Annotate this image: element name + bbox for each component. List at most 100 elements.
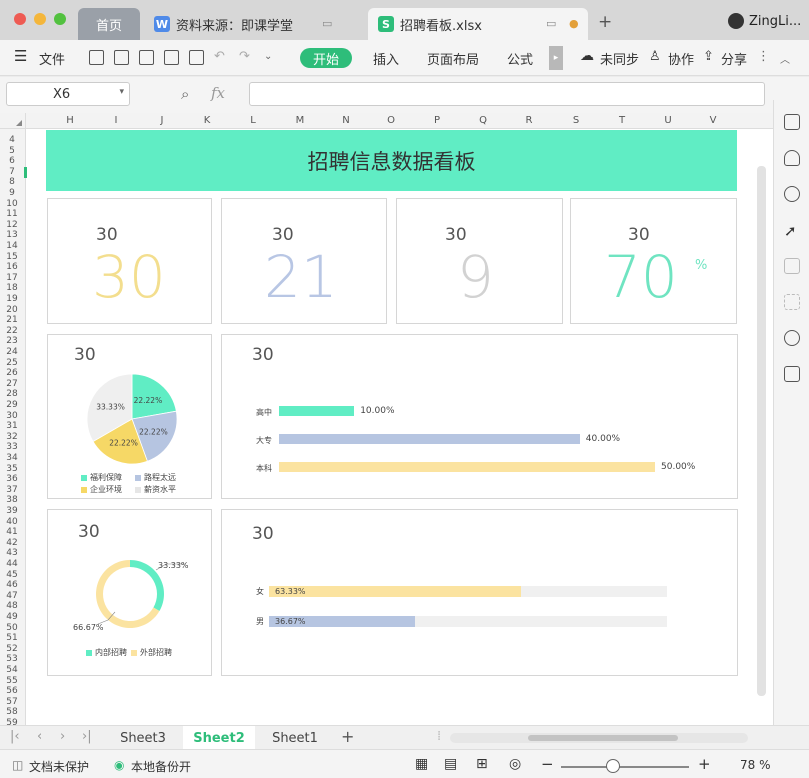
kpi-card[interactable]: 30 21 [221,198,387,324]
kpi-card[interactable]: 30 9 [396,198,563,324]
column-header[interactable]: H [60,115,80,126]
new-tab-button[interactable]: + [598,12,612,32]
kpi-card[interactable]: 30 70 % [570,198,737,324]
backup-status[interactable]: 本地备份开 [131,758,191,775]
row-header[interactable]: 55 [0,676,24,686]
row-header[interactable]: 52 [0,644,24,654]
row-header[interactable]: 37 [0,485,24,495]
normal-view-icon[interactable]: ▦ [415,756,428,772]
row-header[interactable]: 53 [0,654,24,664]
kpi-card[interactable]: 30 30 [47,198,212,324]
row-header[interactable]: 17 [0,273,24,283]
tab-insert[interactable]: 插入 [373,49,399,68]
undo-icon[interactable]: ↶ [214,49,225,64]
row-header[interactable]: 10 [0,199,24,209]
row-header[interactable]: 30 [0,411,24,421]
adjust-sliders-icon[interactable] [784,258,800,274]
row-header[interactable]: 54 [0,665,24,675]
vertical-scrollbar[interactable] [757,166,766,696]
column-header[interactable]: N [336,115,356,126]
user-account[interactable]: ZingLi... [728,13,801,29]
minimize-window-button[interactable] [34,13,46,25]
print-preview-icon[interactable] [189,50,204,65]
row-header[interactable]: 29 [0,400,24,410]
donut-chart-card[interactable]: 30 33.33% 66.67% 内部招聘 外部招聘 [47,509,212,676]
cursor-select-icon[interactable]: ➚ [784,222,800,240]
export-pdf-icon[interactable] [139,50,154,65]
zoom-level[interactable]: 78 % [740,758,771,772]
row-header[interactable]: 15 [0,252,24,262]
shape-icon[interactable] [784,186,800,202]
image-icon[interactable] [784,366,800,382]
chevron-down-icon[interactable]: ▾ [119,87,124,97]
save-icon[interactable] [114,50,129,65]
sheet-tab[interactable]: Sheet3 [108,726,178,750]
row-header[interactable]: 48 [0,601,24,611]
row-header[interactable]: 39 [0,506,24,516]
row-header[interactable]: 5 [0,146,24,156]
history-icon[interactable] [784,330,800,346]
row-header[interactable]: 40 [0,517,24,527]
row-header[interactable]: 6 [0,156,24,166]
row-header[interactable]: 46 [0,580,24,590]
column-header[interactable]: R [519,115,539,126]
row-header[interactable]: 57 [0,697,24,707]
row-header[interactable]: 18 [0,283,24,293]
column-header[interactable]: P [427,115,447,126]
row-header[interactable]: 24 [0,347,24,357]
column-header[interactable]: K [197,115,217,126]
row-header[interactable]: 14 [0,241,24,251]
row-header[interactable]: 33 [0,442,24,452]
row-header[interactable]: 35 [0,464,24,474]
tab-page-layout[interactable]: 页面布局 [427,49,479,68]
row-header[interactable]: 36 [0,474,24,484]
redo-icon[interactable]: ↷ [239,49,250,64]
more-tabs-chevron-icon[interactable]: ▸ [549,46,563,70]
close-window-button[interactable] [14,13,26,25]
tab-start[interactable]: 开始 [300,48,352,68]
prev-sheet-icon[interactable]: ‹ [37,729,42,744]
more-quick-icon[interactable]: ⌄ [264,51,272,62]
row-header[interactable]: 28 [0,389,24,399]
row-header[interactable]: 51 [0,633,24,643]
crop-icon[interactable] [784,294,800,310]
add-sheet-button[interactable]: + [341,727,354,746]
row-header[interactable]: 4 [0,135,24,145]
cell-name-box[interactable]: X6 ▾ [6,82,130,106]
page-break-view-icon[interactable]: ▤ [444,756,457,772]
column-header[interactable]: O [381,115,401,126]
row-header[interactable]: 32 [0,432,24,442]
column-header[interactable]: S [566,115,586,126]
sync-status[interactable]: 未同步 [600,49,639,68]
collapse-ribbon-icon[interactable]: ︿ [780,51,790,66]
row-header[interactable]: 59 [0,718,24,725]
zoom-in-icon[interactable]: + [698,755,711,773]
protect-status[interactable]: 文档未保护 [29,758,89,775]
column-header[interactable]: J [152,115,172,126]
row-header[interactable]: 42 [0,538,24,548]
row-header[interactable]: 56 [0,686,24,696]
row-header[interactable]: 7 [0,167,24,177]
row-header[interactable]: 25 [0,358,24,368]
row-header[interactable]: 11 [0,209,24,219]
file-menu[interactable]: 文件 [39,49,65,68]
print-icon[interactable] [164,50,179,65]
row-header[interactable]: 58 [0,707,24,717]
tab-formula[interactable]: 公式 [507,49,533,68]
fill-bucket-icon[interactable] [784,150,800,166]
row-header[interactable]: 27 [0,379,24,389]
formula-input[interactable] [249,82,765,106]
row-header[interactable]: 34 [0,453,24,463]
row-header[interactable]: 38 [0,495,24,505]
tab-splitter-icon[interactable]: ⁞ [437,729,441,744]
last-sheet-icon[interactable]: ›| [82,729,92,744]
column-header[interactable]: U [658,115,678,126]
column-header[interactable]: M [290,115,310,126]
function-icon[interactable]: fx [211,84,225,102]
first-sheet-icon[interactable]: |‹ [10,729,20,744]
zoom-out-icon[interactable]: − [541,755,554,773]
column-header[interactable]: Q [473,115,493,126]
sheet-tab-active[interactable]: Sheet2 [183,726,255,750]
share-button[interactable]: 分享 [721,49,747,68]
row-header[interactable]: 13 [0,230,24,240]
